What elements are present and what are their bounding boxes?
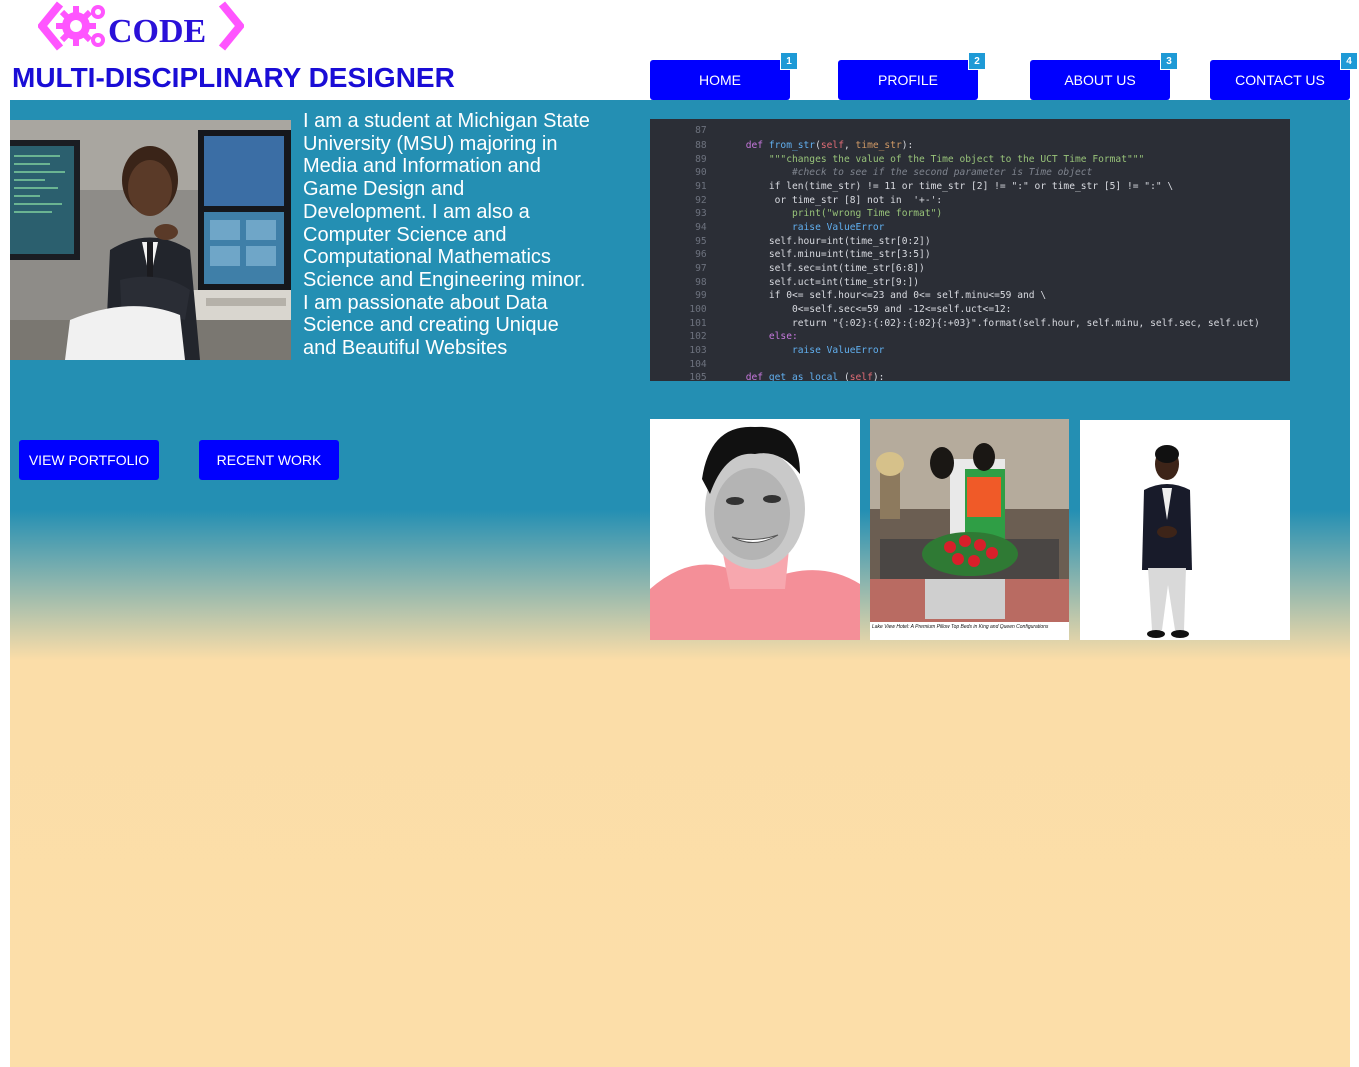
nav-badge: 1	[780, 52, 798, 70]
code-line: 91 if len(time_str) != 11 or time_str [2…	[695, 181, 1174, 192]
code-line: 101 return "{:02}:{:02}:{:02}{:+03}".for…	[689, 318, 1260, 329]
code-line: 95 self.hour=int(time_str[0:2])	[695, 236, 931, 247]
code-line: 96 self.minu=int(time_str[3:5])	[695, 249, 931, 260]
site-title: MULTI-DISCIPLINARY DESIGNER	[12, 62, 455, 93]
nav-contact-button[interactable]: CONTACT US 4	[1210, 52, 1358, 100]
hotel-illustration-image	[870, 419, 1069, 640]
code-line: 93 print("wrong Time format")	[695, 208, 943, 219]
nav-badge: 2	[968, 52, 986, 70]
vector-portrait-image	[650, 419, 860, 640]
nav-home-label: HOME	[699, 72, 741, 88]
code-line: 103 raise ValueError	[689, 345, 885, 356]
nav-home-button[interactable]: HOME 1	[650, 52, 798, 100]
code-line: 99 if 0<= self.hour<=23 and 0<= self.min…	[695, 290, 1047, 301]
code-line: 89 """changes the value of the Time obje…	[695, 154, 1145, 165]
standing-portrait-image	[1080, 420, 1290, 640]
nav-about-label: ABOUT US	[1064, 72, 1136, 88]
code-screenshot: 87 88 def from_str(self, time_str): 89 "…	[650, 119, 1290, 381]
code-line: 94 raise ValueError	[695, 222, 885, 233]
bio-text: I am a student at Michigan State Univers…	[303, 110, 590, 360]
recent-work-button[interactable]: RECENT WORK	[199, 440, 339, 480]
code-line: 104	[689, 359, 707, 370]
hotel-ad-caption: Lake View Hotel: A Premium Pillow Top Be…	[872, 624, 1049, 630]
gallery-item-hotel-ad[interactable]: Lake View Hotel: A Premium Pillow Top Be…	[870, 419, 1069, 640]
portrait-photo	[10, 120, 291, 360]
code-line: 87	[695, 125, 707, 136]
logo-text: CODE	[108, 13, 206, 50]
code-line: 100 0<=self.sec<=59 and -12<=self.uct<=1…	[689, 304, 1012, 315]
gallery-item-illustration-portrait[interactable]	[650, 419, 860, 640]
nav-about-button[interactable]: ABOUT US 3	[1030, 52, 1178, 100]
code-line: 90 #check to see if the second parameter…	[695, 167, 1093, 178]
gear-icon	[56, 5, 105, 47]
main-content: I am a student at Michigan State Univers…	[10, 100, 1350, 1067]
nav-contact-label: CONTACT US	[1235, 72, 1325, 88]
code-logo[interactable]: CODE	[38, 0, 244, 52]
nav-profile-button[interactable]: PROFILE 2	[838, 52, 986, 100]
nav-badge: 3	[1160, 52, 1178, 70]
nav-badge: 4	[1340, 52, 1358, 70]
gallery-item-standing-photo[interactable]	[1080, 420, 1290, 640]
code-line: 102 else:	[689, 331, 798, 342]
code-line: 97 self.sec=int(time_str[6:8])	[695, 263, 925, 274]
view-portfolio-button[interactable]: VIEW PORTFOLIO	[19, 440, 159, 480]
code-line: 92 or time_str [8] not in '+-':	[695, 195, 943, 206]
code-line: 88 def from_str(self, time_str):	[695, 140, 914, 151]
code-line: 98 self.uct=int(time_str[9:])	[695, 277, 920, 288]
code-line: 105 def get_as_local (self):	[689, 372, 885, 381]
nav-profile-label: PROFILE	[878, 72, 938, 88]
